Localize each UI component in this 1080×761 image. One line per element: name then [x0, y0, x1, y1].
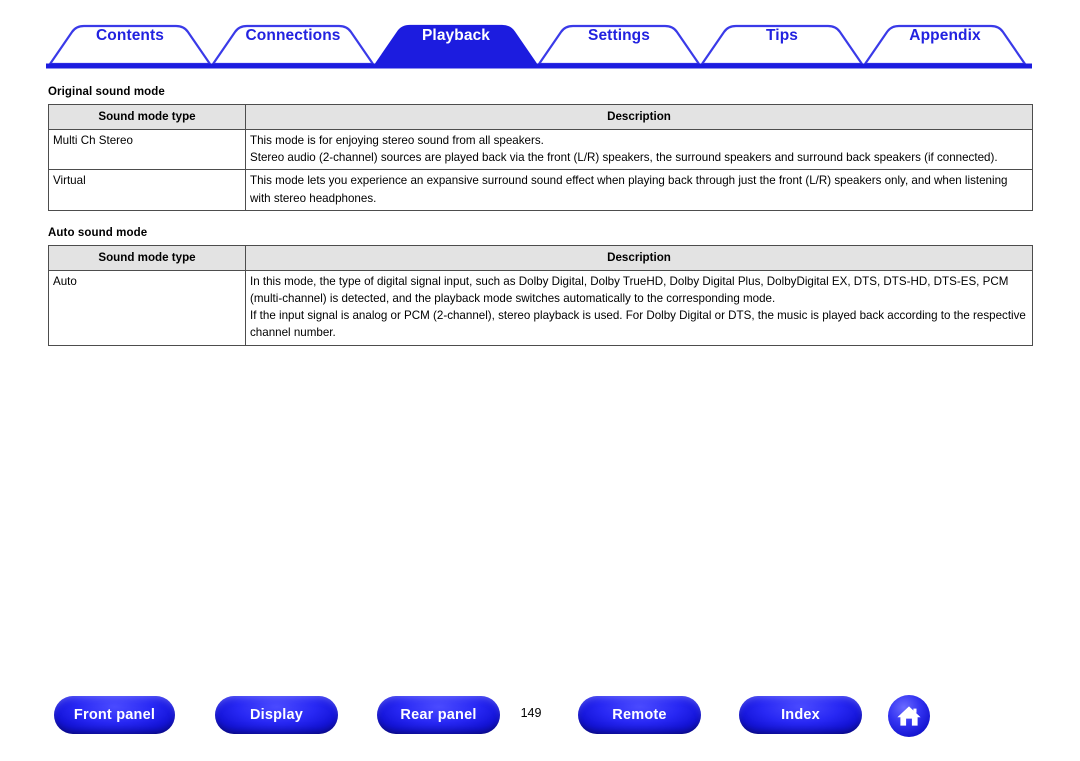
column-header-sound-mode-type: Sound mode type	[48, 244, 246, 271]
footer-button-index[interactable]: Index	[739, 696, 862, 734]
footer-button-display[interactable]: Display	[215, 696, 338, 734]
table-row: Auto In this mode, the type of digital s…	[48, 269, 1033, 346]
table-row: Virtual This mode lets you experience an…	[48, 169, 1033, 211]
home-icon	[897, 706, 921, 726]
section-original-sound-mode: Original sound mode Sound mode type Desc…	[48, 86, 1033, 211]
section-auto-sound-mode: Auto sound mode Sound mode type Descript…	[48, 226, 1033, 346]
sound-mode-table: Sound mode type Description Auto In this…	[48, 244, 1033, 346]
description-line: In this mode, the type of digital signal…	[250, 274, 1009, 306]
page-content: Original sound mode Sound mode type Desc…	[48, 86, 1033, 346]
tab-label-appendix[interactable]: Appendix	[909, 27, 980, 45]
page-number: 149	[520, 706, 542, 720]
section-title: Auto sound mode	[48, 226, 148, 239]
cell-sound-mode-type: Multi Ch Stereo	[48, 129, 246, 171]
description-line: This mode lets you experience an expansi…	[250, 174, 1008, 205]
column-header-description: Description	[245, 244, 1033, 271]
tab-label-tips[interactable]: Tips	[766, 27, 798, 45]
footer-button-remote[interactable]: Remote	[578, 696, 701, 734]
table-header-row: Sound mode type Description	[48, 244, 1033, 271]
cell-sound-mode-type: Virtual	[48, 169, 246, 211]
column-header-sound-mode-type: Sound mode type	[48, 103, 246, 131]
tab-underline-bar	[46, 63, 1032, 69]
table-header-row: Sound mode type Description	[48, 103, 1033, 131]
tab-label-connections[interactable]: Connections	[246, 27, 341, 45]
cell-description: In this mode, the type of digital signal…	[245, 269, 1033, 346]
footer-button-rear-panel[interactable]: Rear panel	[377, 696, 500, 734]
description-line: This mode is for enjoying stereo sound f…	[250, 134, 544, 148]
column-header-description: Description	[245, 103, 1033, 131]
description-line: If the input signal is analog or PCM (2-…	[250, 309, 1026, 340]
section-title: Original sound mode	[48, 86, 165, 98]
description-line: Stereo audio (2-channel) sources are pla…	[250, 151, 998, 165]
tab-label-playback[interactable]: Playback	[422, 27, 490, 45]
tab-label-settings[interactable]: Settings	[588, 27, 650, 45]
cell-description: This mode lets you experience an expansi…	[245, 169, 1033, 211]
footer-button-front-panel[interactable]: Front panel	[54, 696, 175, 734]
cell-description: This mode is for enjoying stereo sound f…	[245, 129, 1033, 171]
home-button[interactable]	[888, 695, 930, 737]
sound-mode-table: Sound mode type Description Multi Ch Ste…	[48, 103, 1033, 211]
main-tab-bar: Contents Connections Playback Settings T…	[0, 0, 1080, 72]
table-row: Multi Ch Stereo This mode is for enjoyin…	[48, 129, 1033, 171]
tab-label-contents[interactable]: Contents	[96, 27, 164, 45]
cell-sound-mode-type: Auto	[48, 269, 246, 346]
